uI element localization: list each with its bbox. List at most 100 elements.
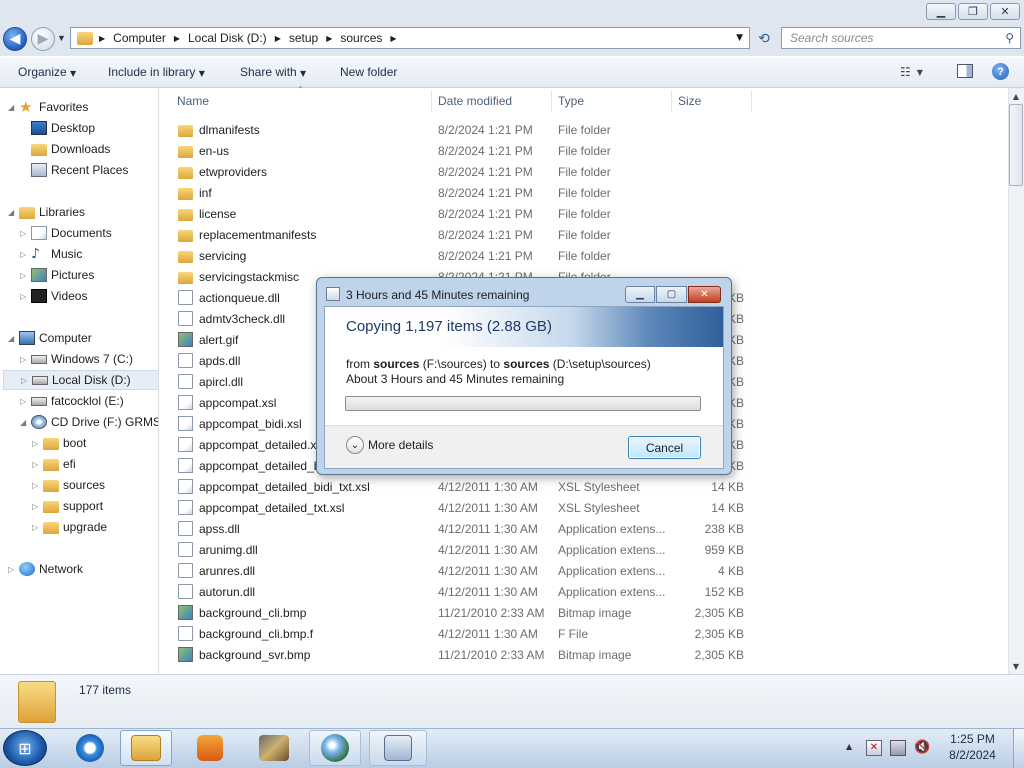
file-row[interactable]: autorun.dll 4/12/2011 1:30 AM Application … [172,581,752,602]
file-row[interactable]: replacementmanifests 8/2/2024 1:21 PM File… [172,224,752,245]
file-row[interactable]: inf 8/2/2024 1:21 PM File folder [172,182,752,203]
file-row[interactable]: appcompat_detailed_bidi_txt.xsl 4/12/2011… [172,476,752,497]
collapse-arrow-icon[interactable]: ▷ [32,523,41,532]
nav-libraries[interactable]: ◢ Libraries [8,202,85,222]
nav-downloads[interactable]: Downloads [29,139,110,159]
source-folder[interactable]: sources [373,357,419,371]
expand-arrow-icon[interactable]: ◢ [8,103,17,112]
column-header-size[interactable]: Size [678,94,701,108]
collapse-arrow-icon[interactable]: ▷ [32,460,41,469]
search-input[interactable]: Search sources ⚲ [781,27,1021,49]
system-clock[interactable]: 1:25 PM 8/2/2024 [930,731,1015,763]
breadcrumb-separator-icon[interactable]: ▶ [390,34,396,43]
column-header-date[interactable]: Date modified [438,94,512,108]
show-hidden-icons[interactable]: ▲ [846,742,852,751]
network-tray-icon[interactable] [890,740,906,756]
nav-local-disk-d[interactable]: ▷ Local Disk (D:) [3,370,158,390]
column-header-type[interactable]: Type [558,94,584,108]
file-row[interactable]: appcompat_detailed_txt.xsl 4/12/2011 1:30… [172,497,752,518]
collapse-arrow-icon[interactable]: ▷ [32,502,41,511]
include-in-library-menu[interactable]: Include in library ▼ [108,65,205,79]
taskbar-media-player[interactable] [184,730,236,766]
file-row[interactable]: license 8/2/2024 1:21 PM File folder [172,203,752,224]
file-row[interactable]: en-us 8/2/2024 1:21 PM File folder [172,140,752,161]
breadcrumb-separator-icon[interactable]: ▶ [326,34,332,43]
action-center-icon[interactable]: ✕ [866,740,882,756]
expand-arrow-icon[interactable]: ◢ [20,418,29,427]
collapse-arrow-icon[interactable]: ▷ [20,250,29,259]
nav-fatcocklol-e[interactable]: ▷ fatcocklol (E:) [20,391,124,411]
collapse-arrow-icon[interactable]: ▷ [20,292,29,301]
address-dropdown-icon[interactable]: ▼ [736,33,743,43]
minimize-button[interactable]: ▁ [926,3,956,20]
file-row[interactable]: arunimg.dll 4/12/2011 1:30 AM Application … [172,539,752,560]
breadcrumb-setup[interactable]: setup [289,31,318,45]
nav-sources[interactable]: ▷ sources [32,475,105,495]
forward-button[interactable]: ▶ [31,27,55,51]
collapse-arrow-icon[interactable]: ▷ [20,397,29,406]
taskbar-windows-explorer[interactable] [120,730,172,766]
column-divider[interactable] [751,90,752,112]
nav-windows7-c[interactable]: ▷ Windows 7 (C:) [20,349,133,369]
collapse-arrow-icon[interactable]: ▷ [20,271,29,280]
breadcrumb-local-disk[interactable]: Local Disk (D:) [188,31,267,45]
column-divider[interactable] [671,90,672,112]
nav-videos[interactable]: ▷ Videos [20,286,87,306]
nav-network[interactable]: ▷ Network [8,559,83,579]
dialog-minimize-button[interactable]: ▁ [625,286,655,303]
views-button[interactable]: ☷ ▼ [900,64,938,80]
file-row[interactable]: apss.dll 4/12/2011 1:30 AM Application ext… [172,518,752,539]
nav-favorites[interactable]: ◢ ★ Favorites [8,97,88,117]
taskbar-internet-explorer[interactable] [64,730,116,766]
taskbar-disc-app[interactable] [309,730,361,766]
collapse-arrow-icon[interactable]: ▷ [21,376,30,385]
collapse-arrow-icon[interactable]: ▷ [32,439,41,448]
scrollbar-thumb[interactable] [1009,104,1023,186]
start-button[interactable]: ⊞ [3,730,47,766]
collapse-arrow-icon[interactable]: ▷ [32,481,41,490]
column-divider[interactable] [431,90,432,112]
nav-music[interactable]: ▷ ♪ Music [20,244,82,264]
address-bar[interactable]: ▶ Computer ▶ Local Disk (D:) ▶ setup ▶ s… [70,27,750,49]
preview-pane-icon[interactable] [957,64,973,78]
nav-cd-drive-f[interactable]: ◢ CD Drive (F:) GRMSXF [20,412,158,432]
file-row[interactable]: dlmanifests 8/2/2024 1:21 PM File folder [172,119,752,140]
collapse-arrow-icon[interactable]: ▷ [8,565,17,574]
help-icon[interactable]: ? [992,63,1009,80]
breadcrumb-separator-icon[interactable]: ▶ [174,34,180,43]
volume-muted-icon[interactable]: 🔇 [914,740,930,756]
share-with-menu[interactable]: Share with ▼ [240,65,306,79]
expand-arrow-icon[interactable]: ◢ [8,208,17,217]
destination-folder[interactable]: sources [503,357,549,371]
breadcrumb-computer[interactable]: Computer [113,31,166,45]
file-row[interactable]: background_cli.bmp 11/21/2010 2:33 AM Bitm… [172,602,752,623]
more-details-toggle[interactable]: ⌄ More details [346,436,433,454]
show-desktop-button[interactable] [1013,729,1024,768]
nav-efi[interactable]: ▷ efi [32,454,76,474]
nav-support[interactable]: ▷ support [32,496,103,516]
new-folder-button[interactable]: New folder [340,65,397,79]
close-button[interactable]: ✕ [990,3,1020,20]
nav-boot[interactable]: ▷ boot [32,433,86,453]
file-row[interactable]: background_cli.bmp.f 4/12/2011 1:30 AM F F… [172,623,752,644]
cancel-button[interactable]: Cancel [628,436,701,459]
search-icon[interactable]: ⚲ [1005,31,1014,45]
breadcrumb-separator-icon[interactable]: ▶ [99,34,105,43]
file-row[interactable]: etwproviders 8/2/2024 1:21 PM File folder [172,161,752,182]
column-divider[interactable] [551,90,552,112]
breadcrumb-sources[interactable]: sources [340,31,382,45]
expand-arrow-icon[interactable]: ◢ [8,334,17,343]
collapse-arrow-icon[interactable]: ▷ [20,355,29,364]
dialog-maximize-button[interactable]: ▢ [656,286,687,303]
back-button[interactable]: ◀ [3,27,27,51]
file-row[interactable]: servicing 8/2/2024 1:21 PM File folder [172,245,752,266]
file-row[interactable]: arunres.dll 4/12/2011 1:30 AM Application … [172,560,752,581]
scroll-down-icon[interactable]: ▼ [1009,659,1023,673]
breadcrumb-separator-icon[interactable]: ▶ [275,34,281,43]
nav-upgrade[interactable]: ▷ upgrade [32,517,107,537]
nav-desktop[interactable]: Desktop [29,118,95,138]
scroll-up-icon[interactable]: ▲ [1009,89,1023,103]
taskbar-archive-tool[interactable] [248,730,300,766]
collapse-arrow-icon[interactable]: ▷ [20,229,29,238]
maximize-button[interactable]: ❐ [958,3,988,20]
